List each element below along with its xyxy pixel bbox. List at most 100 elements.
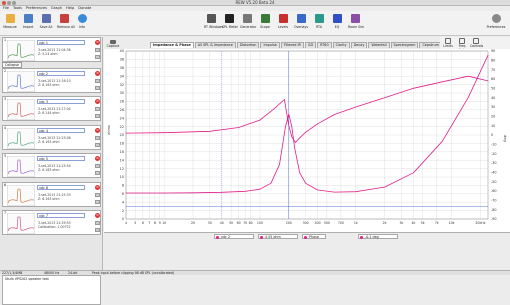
- levels-button[interactable]: Levels: [276, 13, 290, 35]
- rta-button[interactable]: RTA: [312, 13, 326, 35]
- x-tick-label: 30: [208, 221, 212, 225]
- eq-button[interactable]: EQ: [330, 13, 344, 35]
- measurement-info-button[interactable]: [95, 171, 100, 175]
- remove-measurement-button[interactable]: ×: [95, 40, 100, 45]
- notes-field[interactable]: Stufa VPS202 speaker test: [2, 275, 101, 305]
- tab-distortion[interactable]: Distortion: [236, 42, 260, 48]
- tab-all-spl-impedance[interactable]: All SPL & Impedance: [194, 42, 236, 48]
- measurement-item[interactable]: 6 vdc 6 3-set-2013 21:25:33 Z: 6.163 ohm ×: [2, 181, 101, 207]
- remove-measurement-button[interactable]: ×: [95, 213, 100, 218]
- generator-button[interactable]: Generator: [240, 13, 256, 35]
- measurement-number: 4: [4, 125, 7, 130]
- measurement-info-button[interactable]: [95, 114, 100, 118]
- info-icon: [77, 14, 87, 23]
- measurement-info-button[interactable]: [95, 199, 100, 204]
- measurement-options-button[interactable]: [95, 78, 100, 83]
- measurement-name-field[interactable]: vdc 3: [37, 99, 85, 104]
- tab-cepstrum[interactable]: Cepstrum: [419, 42, 442, 48]
- x-tick-label: 80: [249, 221, 253, 225]
- x-tick-label: 20: [191, 221, 195, 225]
- measurement-thumbnail: [7, 40, 35, 61]
- measurement-options-button[interactable]: [95, 48, 100, 52]
- plot-background: [104, 49, 510, 232]
- measurement-options-button[interactable]: [95, 221, 100, 225]
- levels-icon: [278, 14, 288, 23]
- measurement-item[interactable]: 7 vdc 7 3-set-2013 21:29:53 Calibration: 1.…: [2, 210, 101, 235]
- phase-tick-label: -10: [491, 143, 497, 147]
- y-tick-label: 12: [120, 167, 124, 171]
- measure-button[interactable]: Measure: [3, 13, 17, 35]
- tab-spectrogram[interactable]: Spectrogram: [390, 42, 419, 48]
- measurement-name-field[interactable]: vdc 4: [37, 127, 85, 133]
- graph-tabs: Impedance & Phase All SPL & Impedance Di…: [150, 42, 443, 48]
- measurement-options-button[interactable]: [95, 164, 100, 168]
- save-all-button[interactable]: Save All: [39, 13, 53, 35]
- remove-all-button[interactable]: Remove All: [57, 13, 75, 35]
- measurement-options-button[interactable]: [95, 192, 100, 197]
- graph-controls: vdc 2 4.55 ohm Phase -0.1 deg: [104, 232, 510, 239]
- impedance-phase-chart[interactable]: 4038363432302826242220181614121086420ohm…: [104, 49, 510, 232]
- phase-data-point: [284, 99, 285, 100]
- tab-rt60[interactable]: RT60: [317, 42, 332, 48]
- remove-measurement-button[interactable]: ×: [95, 99, 100, 104]
- measurement-name-field[interactable]: vdc 5: [37, 156, 85, 161]
- legend-trace-control[interactable]: vdc 2: [214, 234, 254, 239]
- status-bar: 227/1,3/4MB 48000 Hz 24-bit Peak input b…: [0, 270, 510, 275]
- measurement-thumbnail: [7, 127, 35, 149]
- import-button[interactable]: Import: [21, 13, 35, 35]
- phase-data-point: [413, 87, 414, 89]
- room-sim-button[interactable]: Room Sim: [348, 13, 364, 35]
- measurement-info-button[interactable]: [95, 85, 100, 90]
- measurement-name-field[interactable]: vdc 7: [37, 213, 85, 218]
- remove-measurement-button[interactable]: ×: [95, 156, 100, 161]
- measurement-thumbnail: [7, 70, 35, 92]
- overlays-button[interactable]: Overlays: [294, 13, 308, 35]
- limits-button[interactable]: Limits: [442, 38, 454, 48]
- measurement-name-field[interactable]: vdc 2: [37, 70, 85, 76]
- measurement-item[interactable]: 2 vdc 2 3-set-2013 21:16:10 Z: 6.163 ohm ×: [2, 67, 101, 93]
- measurement-thumbnail: [7, 184, 35, 206]
- impedance-data-point: [299, 172, 301, 174]
- impedance-data-point: [244, 190, 246, 192]
- memory-status: 227/1,3/4MB: [2, 271, 23, 275]
- measurement-info-button[interactable]: [95, 228, 100, 232]
- y-tick-label: 14: [120, 158, 124, 162]
- tab-impedance-phase[interactable]: Impedance & Phase: [150, 42, 194, 48]
- measurement-name-field[interactable]: vdc 1: [37, 40, 85, 45]
- x-tick-label: 50: [229, 221, 233, 225]
- controls-button[interactable]: Controls: [470, 38, 483, 48]
- remove-measurement-button[interactable]: ×: [95, 127, 100, 133]
- capture-button[interactable]: Capture: [106, 40, 120, 49]
- scope-button[interactable]: Scope: [258, 13, 272, 35]
- measurement-number: 2: [4, 68, 7, 73]
- measurement-options-button[interactable]: [95, 135, 100, 140]
- tab-waterfall[interactable]: Waterfall: [368, 42, 390, 48]
- rt-windows-button[interactable]: RT Windows: [204, 13, 223, 35]
- y-tick-label: 38: [120, 58, 124, 62]
- x-tick-label: 2k: [383, 221, 387, 225]
- measurement-item[interactable]: 1 vdc 1 3-set-2013 21:04:36 Z: 5.24 ohm ×: [2, 37, 101, 62]
- spl-meter-icon: [224, 14, 234, 23]
- measurement-info-button[interactable]: [95, 55, 100, 59]
- tab-clarity[interactable]: Clarity: [332, 42, 350, 48]
- remove-measurement-button[interactable]: ×: [95, 184, 100, 190]
- spl-meter-button[interactable]: SPL Meter: [222, 13, 238, 35]
- phase-trace-control[interactable]: Phase: [302, 234, 326, 239]
- measurement-item[interactable]: 5 vdc 5 3-set-2013 21:23:54 Z: 6.163 ohm ×: [2, 153, 101, 178]
- tab-impulse[interactable]: Impulse: [260, 42, 280, 48]
- info-button[interactable]: Info: [75, 13, 89, 35]
- measurement-name-field[interactable]: vdc 6: [37, 184, 85, 190]
- measurement-item[interactable]: 3 vdc 3 3-set-2013 21:17:04 Z: 6.144 ohm ×: [2, 96, 101, 121]
- tab-gd[interactable]: GD: [304, 42, 317, 48]
- phase-data-point: [334, 114, 335, 115]
- phase-data-point: [468, 75, 469, 77]
- measurement-options-button[interactable]: [95, 107, 100, 111]
- preferences-button[interactable]: Preferences: [486, 13, 506, 35]
- remove-measurement-button[interactable]: ×: [95, 70, 100, 76]
- impedance-data-point: [334, 191, 335, 193]
- tab-decay[interactable]: Decay: [350, 42, 368, 48]
- measurement-info-button[interactable]: [95, 142, 100, 147]
- measurement-item[interactable]: 4 vdc 4 3-set-2013 21:23:06 Z: 6.163 ohm ×: [2, 124, 101, 150]
- impedance-data-point: [279, 164, 280, 165]
- tab-filtered-ir[interactable]: Filtered IR: [280, 42, 304, 48]
